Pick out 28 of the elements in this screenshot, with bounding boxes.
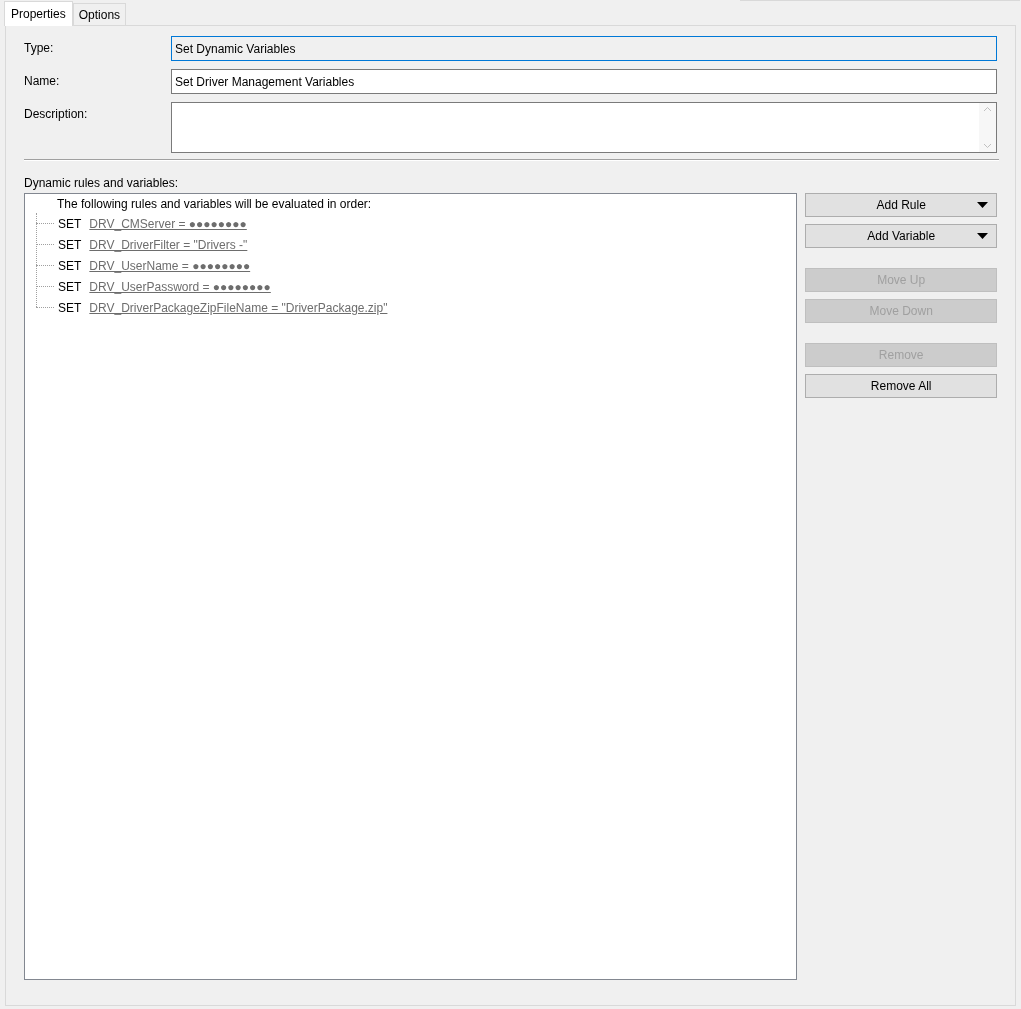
tab[interactable]: Options (72, 3, 127, 25)
field-label: Type: (24, 40, 55, 57)
section-label: Dynamic rules and variables: (24, 175, 180, 192)
list-header: The following rules and variables will be evaluated in order: (56, 196, 373, 213)
set-keyword: SET (58, 278, 82, 296)
description-field[interactable] (171, 102, 997, 153)
set-keyword: SET (58, 215, 82, 233)
rules-list[interactable] (24, 193, 798, 980)
scroll-up-icon[interactable] (983, 106, 992, 112)
variable-link[interactable]: DRV_DriverFilter = "Drivers -" (89, 235, 248, 254)
variable-link[interactable]: DRV_CMServer = ●●●●●●●● (89, 214, 247, 233)
action-button[interactable]: Add Variable (805, 224, 997, 248)
set-keyword: SET (58, 236, 82, 254)
text-field[interactable]: Set Driver Management Variables (171, 69, 997, 94)
field-label: Name: (24, 73, 61, 90)
set-keyword: SET (58, 299, 82, 317)
action-button[interactable]: Add Rule (805, 193, 997, 217)
variable-link[interactable]: DRV_UserName = ●●●●●●●● (89, 256, 251, 275)
action-button[interactable]: Remove All (805, 374, 997, 398)
variable-link[interactable]: DRV_UserPassword = ●●●●●●●● (89, 277, 271, 296)
caret-icon (977, 202, 988, 208)
caret-icon (977, 233, 988, 239)
field-label: Description: (24, 106, 89, 123)
scroll-down-icon[interactable] (983, 143, 992, 149)
text-field[interactable]: Set Dynamic Variables (171, 36, 997, 61)
tab[interactable]: Properties (4, 1, 73, 26)
variable-link[interactable]: DRV_DriverPackageZipFileName = "DriverPackage.zip" (89, 298, 388, 317)
set-keyword: SET (58, 257, 82, 275)
